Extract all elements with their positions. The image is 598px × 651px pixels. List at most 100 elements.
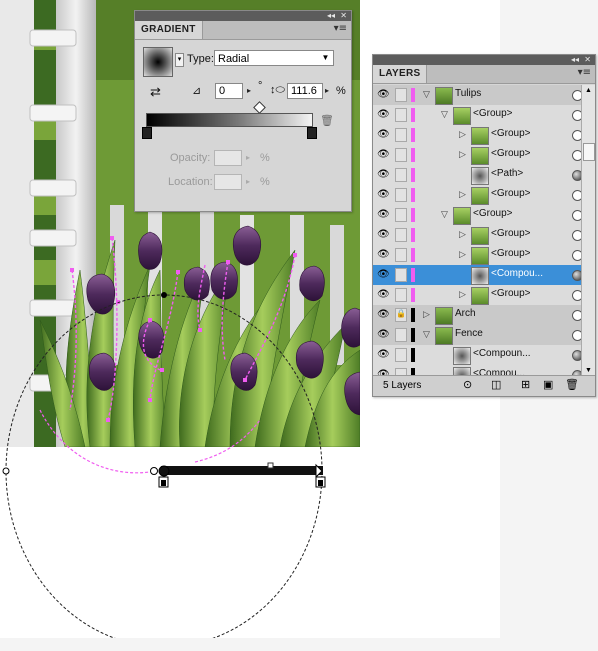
target-indicator-icon[interactable]	[572, 350, 581, 361]
tab-gradient[interactable]: GRADIENT	[135, 21, 203, 39]
opacity-dropdown-icon[interactable]: ▸	[244, 150, 252, 166]
layer-row[interactable]: 👁 ▽ Tulips	[373, 85, 581, 106]
visibility-eye-icon[interactable]: 👁	[377, 189, 390, 200]
panel-menu-icon[interactable]: ▾≡	[578, 67, 591, 78]
expand-closed-icon[interactable]: ▷	[423, 309, 430, 320]
sublayer-row[interactable]: 👁 <Path>	[373, 165, 581, 186]
lock-toggle[interactable]	[395, 228, 407, 242]
sublayer-row[interactable]: 👁 ▷ <Group>	[373, 185, 581, 206]
target-indicator-icon[interactable]	[572, 90, 581, 101]
lock-toggle[interactable]	[395, 328, 407, 342]
target-indicator-icon[interactable]	[572, 330, 581, 341]
visibility-eye-icon[interactable]: 👁	[377, 129, 390, 140]
gradient-panel-titlebar[interactable]: ◂◂ ✕	[135, 11, 351, 21]
visibility-eye-icon[interactable]: 👁	[377, 209, 390, 220]
close-panel-icon[interactable]: ✕	[584, 55, 591, 65]
expand-open-icon[interactable]: ▽	[423, 329, 430, 340]
lock-toggle[interactable]	[395, 248, 407, 262]
gradient-swatch[interactable]	[143, 47, 173, 77]
location-input[interactable]	[214, 174, 242, 190]
sublayer-row[interactable]: 👁 ▽ <Group>	[373, 205, 581, 226]
delete-layer-icon[interactable]: 🗑	[565, 378, 579, 391]
target-indicator-icon[interactable]	[572, 150, 581, 161]
sublayer-row[interactable]: 👁 ▽ <Group>	[373, 105, 581, 126]
angle-input[interactable]: 0	[215, 83, 243, 99]
sublayer-row[interactable]: 👁 ▷ <Group>	[373, 245, 581, 266]
panel-menu-icon[interactable]: ▾≡	[334, 23, 347, 34]
gradient-slider[interactable]	[146, 113, 313, 127]
target-indicator-icon[interactable]	[572, 110, 581, 121]
visibility-eye-icon[interactable]: 👁	[377, 109, 390, 120]
target-indicator-icon[interactable]	[572, 270, 581, 281]
layer-row[interactable]: 👁 🔒 ▷ Arch	[373, 305, 581, 326]
close-panel-icon[interactable]: ✕	[340, 11, 347, 21]
expand-closed-icon[interactable]: ▷	[459, 229, 466, 240]
gradient-stop-start[interactable]	[142, 127, 152, 139]
layer-row[interactable]: 👁 ▽ Fence	[373, 325, 581, 346]
target-indicator-icon[interactable]	[572, 190, 581, 201]
lock-toggle[interactable]	[395, 108, 407, 122]
visibility-eye-icon[interactable]: 👁	[377, 149, 390, 160]
gradient-type-select[interactable]: Radial ▼	[214, 50, 334, 66]
lock-icon[interactable]: 🔒	[395, 308, 407, 322]
visibility-eye-icon[interactable]: 👁	[377, 329, 390, 340]
aspect-ratio-input[interactable]: 111.6	[287, 83, 323, 99]
scroll-thumb[interactable]	[583, 143, 595, 161]
locate-object-icon[interactable]: ⊙	[463, 378, 472, 391]
delete-stop-icon[interactable]: 🗑	[320, 114, 334, 127]
scroll-up-icon[interactable]: ▲	[582, 85, 595, 97]
expand-open-icon[interactable]: ▽	[441, 109, 448, 120]
make-clipping-mask-icon[interactable]: ◫	[491, 378, 501, 391]
sublayer-row[interactable]: 👁 ▷ <Group>	[373, 225, 581, 246]
expand-closed-icon[interactable]: ▷	[459, 289, 466, 300]
sublayer-row[interactable]: 👁 <Compoun...	[373, 345, 581, 366]
sublayer-row[interactable]: 👁 ▷ <Group>	[373, 145, 581, 166]
target-indicator-icon[interactable]	[572, 170, 581, 181]
target-indicator-icon[interactable]	[572, 210, 581, 221]
target-indicator-icon[interactable]	[572, 310, 581, 321]
expand-open-icon[interactable]: ▽	[441, 209, 448, 220]
target-indicator-icon[interactable]	[572, 230, 581, 241]
visibility-eye-icon[interactable]: 👁	[377, 229, 390, 240]
layers-panel-titlebar[interactable]: ◂◂ ✕	[373, 55, 595, 65]
expand-closed-icon[interactable]: ▷	[459, 129, 466, 140]
visibility-eye-icon[interactable]: 👁	[377, 289, 390, 300]
visibility-eye-icon[interactable]: 👁	[377, 269, 390, 280]
target-indicator-icon[interactable]	[572, 290, 581, 301]
new-sublayer-icon[interactable]: ⊞	[521, 378, 530, 391]
lock-toggle[interactable]	[395, 188, 407, 202]
lock-toggle[interactable]	[395, 168, 407, 182]
collapse-panel-icon[interactable]: ◂◂	[571, 55, 579, 65]
expand-closed-icon[interactable]: ▷	[459, 249, 466, 260]
angle-dropdown-icon[interactable]: ▸	[245, 83, 253, 99]
visibility-eye-icon[interactable]: 👁	[377, 309, 390, 320]
aspect-dropdown-icon[interactable]: ▸	[323, 83, 331, 99]
lock-toggle[interactable]	[395, 348, 407, 362]
tab-layers[interactable]: LAYERS	[373, 65, 428, 83]
gradient-swatch-dropdown-icon[interactable]: ▾	[175, 53, 184, 67]
lock-toggle[interactable]	[395, 88, 407, 102]
visibility-eye-icon[interactable]: 👁	[377, 349, 390, 360]
layers-scrollbar[interactable]: ▲ ▼	[581, 85, 595, 377]
sublayer-row[interactable]: 👁 <Compou...	[373, 265, 581, 286]
visibility-eye-icon[interactable]: 👁	[377, 169, 390, 180]
target-indicator-icon[interactable]	[572, 130, 581, 141]
expand-open-icon[interactable]: ▽	[423, 89, 430, 100]
new-layer-icon[interactable]: ▣	[543, 378, 553, 391]
opacity-input[interactable]	[214, 150, 242, 166]
expand-closed-icon[interactable]: ▷	[459, 189, 466, 200]
reverse-gradient-icon[interactable]: ⇄	[150, 84, 161, 100]
lock-toggle[interactable]	[395, 268, 407, 282]
sublayer-row[interactable]: 👁 ▷ <Group>	[373, 125, 581, 146]
sublayer-row[interactable]: 👁 ▷ <Group>	[373, 285, 581, 306]
lock-toggle[interactable]	[395, 288, 407, 302]
gradient-stop-end[interactable]	[307, 127, 317, 139]
expand-closed-icon[interactable]: ▷	[459, 149, 466, 160]
visibility-eye-icon[interactable]: 👁	[377, 249, 390, 260]
collapse-panel-icon[interactable]: ◂◂	[327, 11, 335, 21]
lock-toggle[interactable]	[395, 128, 407, 142]
target-indicator-icon[interactable]	[572, 250, 581, 261]
lock-toggle[interactable]	[395, 208, 407, 222]
location-dropdown-icon[interactable]: ▸	[244, 174, 252, 190]
lock-toggle[interactable]	[395, 148, 407, 162]
